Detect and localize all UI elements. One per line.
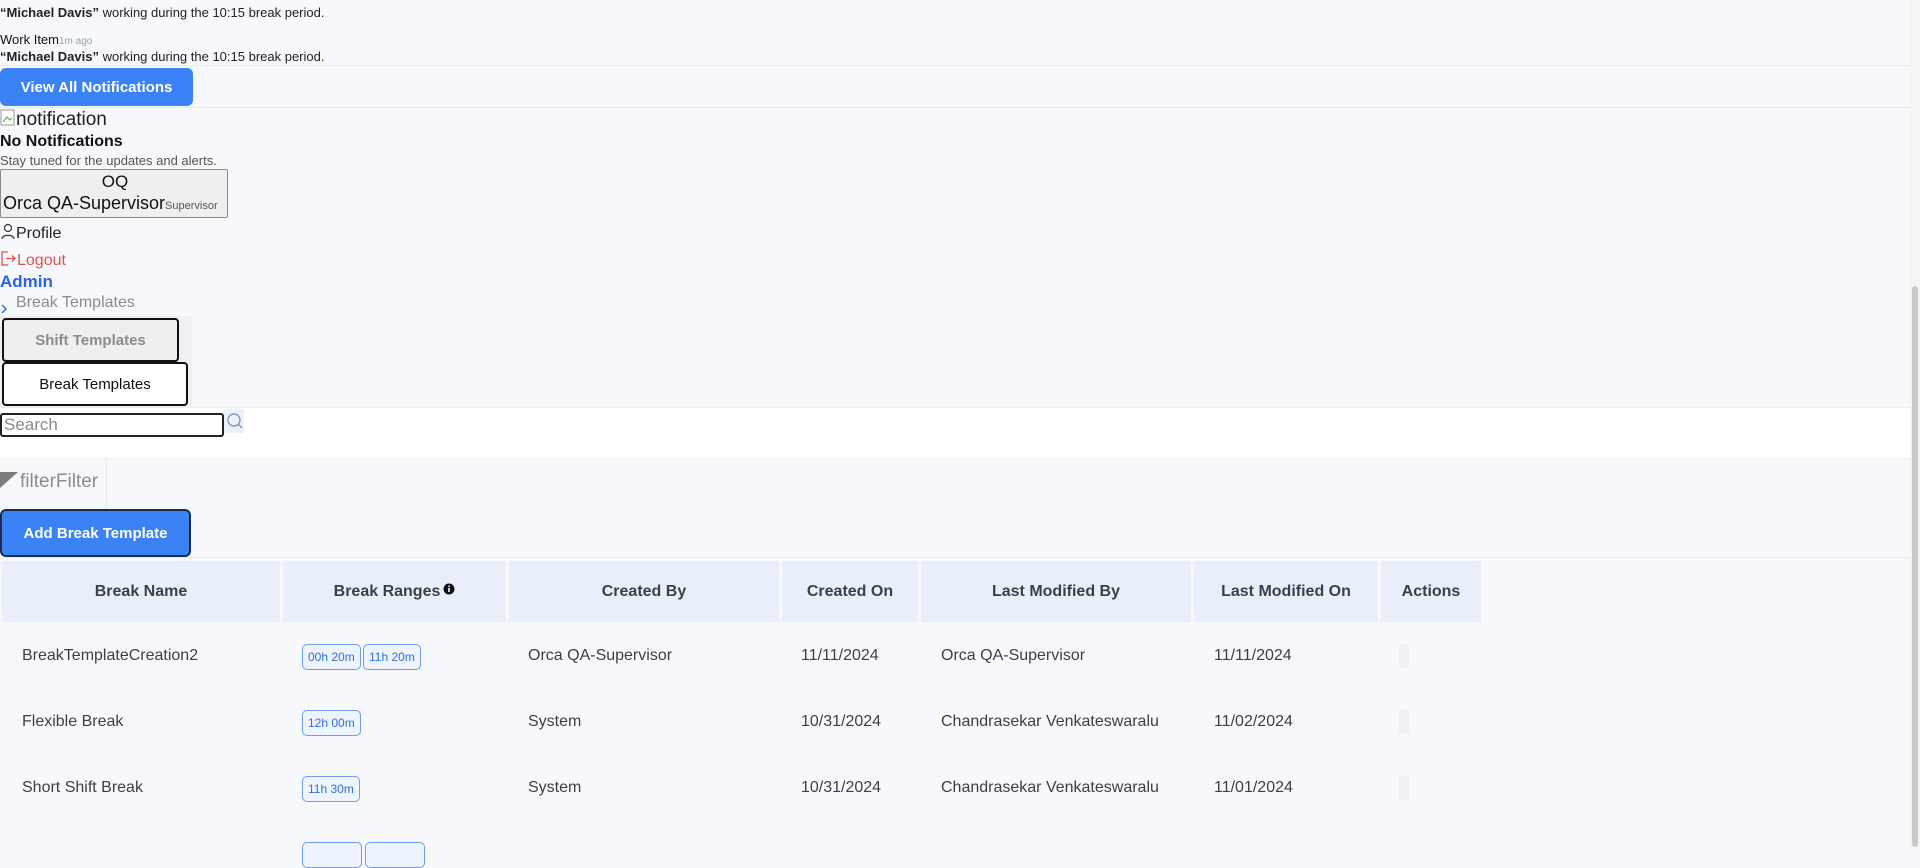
no-notifications-title: No Notifications <box>0 133 123 150</box>
divider <box>0 557 1920 558</box>
notification-message: “Michael Davis” working during the 10:15… <box>0 5 324 20</box>
break-range-chip: 11h 30m <box>302 776 360 802</box>
breadcrumb-admin-link[interactable]: Admin <box>0 272 53 292</box>
notification-text: working during the 10:15 break period. <box>99 5 325 20</box>
profile-menu-item[interactable]: Profile <box>0 223 61 243</box>
row-actions-menu[interactable] <box>1399 776 1409 800</box>
cell-break-name: Short Shift Break <box>22 779 143 796</box>
user-icon <box>1 223 15 240</box>
filter-label: filterFilter <box>20 471 99 492</box>
logout-label: Logout <box>17 252 66 269</box>
search-input[interactable] <box>0 413 224 437</box>
tab-break-templates-label: Break Templates <box>39 375 151 393</box>
notification-item[interactable]: Work Item1m ago <box>0 31 92 49</box>
search-icon <box>227 413 243 429</box>
cell-last-modified-by: Chandrasekar Venkateswaralu <box>941 779 1159 796</box>
cell-last-modified-on: 11/01/2024 <box>1214 779 1293 796</box>
broken-image-icon <box>0 109 15 126</box>
row-actions-menu[interactable] <box>1399 710 1409 734</box>
view-all-notifications-button[interactable]: View All Notifications <box>0 68 193 106</box>
breadcrumb-current: Break Templates <box>16 294 135 311</box>
view-all-notifications-label: View All Notifications <box>20 78 173 96</box>
filter-button[interactable]: filterFilter <box>0 459 107 509</box>
cell-break-name: Flexible Break <box>22 713 124 730</box>
column-header-break-ranges[interactable]: Break Ranges <box>283 561 506 622</box>
search-bar-area <box>0 407 1920 459</box>
add-break-template-label: Add Break Template <box>23 524 168 542</box>
cell-created-on: 10/31/2024 <box>801 779 882 796</box>
user-avatar-initials: OQ <box>101 172 129 191</box>
notification-user-name: “Michael Davis” <box>0 5 99 20</box>
chevron-right-icon <box>1 304 7 314</box>
cell-created-by: System <box>528 779 582 796</box>
column-header-break-name[interactable]: Break Name <box>2 561 280 622</box>
tab-shift-templates-label: Shift Templates <box>35 331 146 349</box>
notification-title: Work Item <box>0 32 59 47</box>
tab-shift-templates[interactable]: Shift Templates <box>2 318 179 362</box>
divider <box>0 107 1920 108</box>
notification-image-alt: notification <box>16 109 107 130</box>
break-range-chip: 00h 20m <box>302 644 361 670</box>
logout-menu-item[interactable]: Logout <box>0 250 66 270</box>
filter-content: filterFilter <box>0 471 98 493</box>
info-icon[interactable] <box>443 583 455 595</box>
user-menu-button[interactable]: OQ Orca QA-SupervisorSupervisor <box>0 169 228 218</box>
vertical-scrollbar[interactable] <box>1910 0 1920 847</box>
column-header-last-modified-on[interactable]: Last Modified On <box>1194 561 1378 622</box>
notification-text: working during the 10:15 break period. <box>99 49 325 64</box>
filter-icon <box>0 472 18 488</box>
break-range-chip-partial <box>302 842 362 868</box>
tab-break-templates[interactable]: Break Templates <box>2 362 188 406</box>
column-header-last-modified-by[interactable]: Last Modified By <box>921 561 1191 622</box>
cell-created-by: System <box>528 713 582 730</box>
no-notifications-subtitle: Stay tuned for the updates and alerts. <box>0 153 217 168</box>
cell-last-modified-by: Chandrasekar Venkateswaralu <box>941 713 1159 730</box>
cell-created-on: 11/11/2024 <box>801 647 879 664</box>
cell-last-modified-on: 11/11/2024 <box>1214 647 1292 664</box>
notification-image: notification <box>0 109 107 131</box>
row-actions-menu[interactable] <box>1399 644 1409 668</box>
breadcrumb: Admin Break Templates <box>0 272 200 316</box>
cell-last-modified-by: Orca QA-Supervisor <box>941 647 1086 664</box>
logout-icon <box>1 251 16 266</box>
add-break-template-button[interactable]: Add Break Template <box>0 509 191 557</box>
cell-break-name: BreakTemplateCreation2 <box>22 647 199 664</box>
scrollbar-thumb[interactable] <box>1912 286 1918 847</box>
search-button[interactable] <box>224 409 244 433</box>
break-range-chip: 11h 20m <box>363 644 421 670</box>
column-header-created-by[interactable]: Created By <box>509 561 779 622</box>
user-name: Orca QA-Supervisor <box>3 193 166 213</box>
user-name-row: Orca QA-SupervisorSupervisor <box>3 193 218 214</box>
cell-created-by: Orca QA-Supervisor <box>528 647 673 664</box>
break-ranges-header-label: Break Ranges <box>333 582 441 600</box>
column-header-created-on[interactable]: Created On <box>782 561 918 622</box>
notification-message: “Michael Davis” working during the 10:15… <box>0 49 324 64</box>
break-range-chip: 12h 00m <box>302 710 361 736</box>
notification-user-name: “Michael Davis” <box>0 49 99 64</box>
cell-last-modified-on: 11/02/2024 <box>1214 713 1293 730</box>
cell-created-on: 10/31/2024 <box>801 713 882 730</box>
notification-time: 1m ago <box>59 36 93 47</box>
break-range-chip-partial <box>365 842 425 868</box>
divider <box>0 65 1920 66</box>
profile-label: Profile <box>16 225 62 242</box>
column-header-actions: Actions <box>1381 561 1481 622</box>
user-role: Supervisor <box>165 200 218 212</box>
